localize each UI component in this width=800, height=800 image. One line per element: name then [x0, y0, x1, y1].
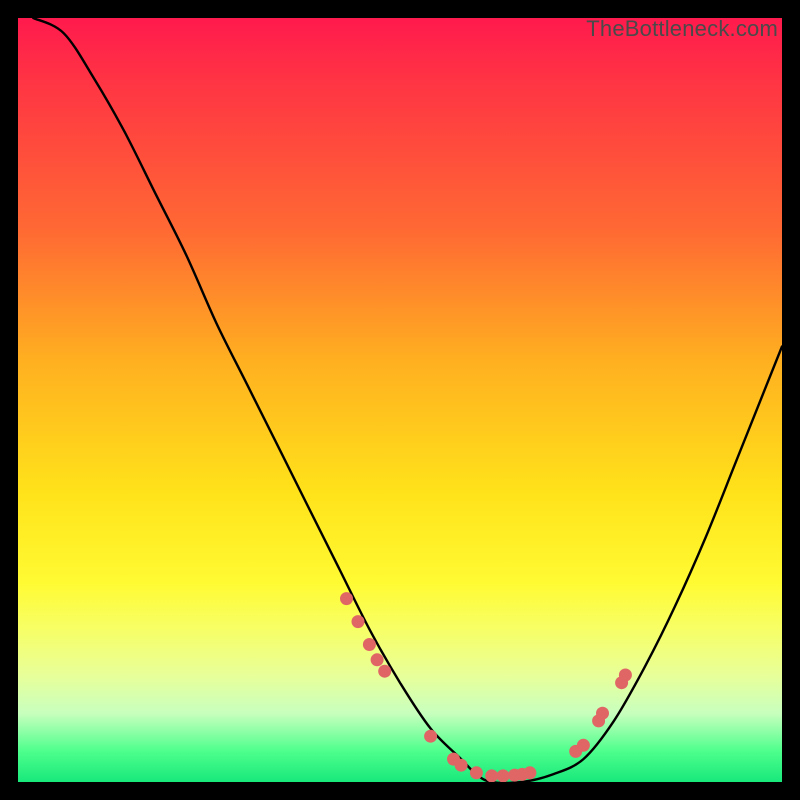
- scatter-dot: [596, 707, 609, 720]
- scatter-dot: [363, 638, 376, 651]
- scatter-dot: [485, 769, 498, 782]
- scatter-dot: [371, 653, 384, 666]
- scatter-dot: [577, 739, 590, 752]
- watermark-text: TheBottleneck.com: [586, 16, 778, 42]
- scatter-dot: [424, 730, 437, 743]
- scatter-dot: [619, 669, 632, 682]
- chart-svg: [18, 18, 782, 782]
- scatter-dot: [470, 766, 483, 779]
- scatter-dot: [523, 766, 536, 779]
- scatter-dot: [497, 769, 510, 782]
- curve-line: [33, 18, 782, 782]
- scatter-dot: [352, 615, 365, 628]
- scatter-dot: [340, 592, 353, 605]
- scatter-dot: [455, 759, 468, 772]
- chart-frame: TheBottleneck.com: [18, 18, 782, 782]
- scatter-dot: [378, 665, 391, 678]
